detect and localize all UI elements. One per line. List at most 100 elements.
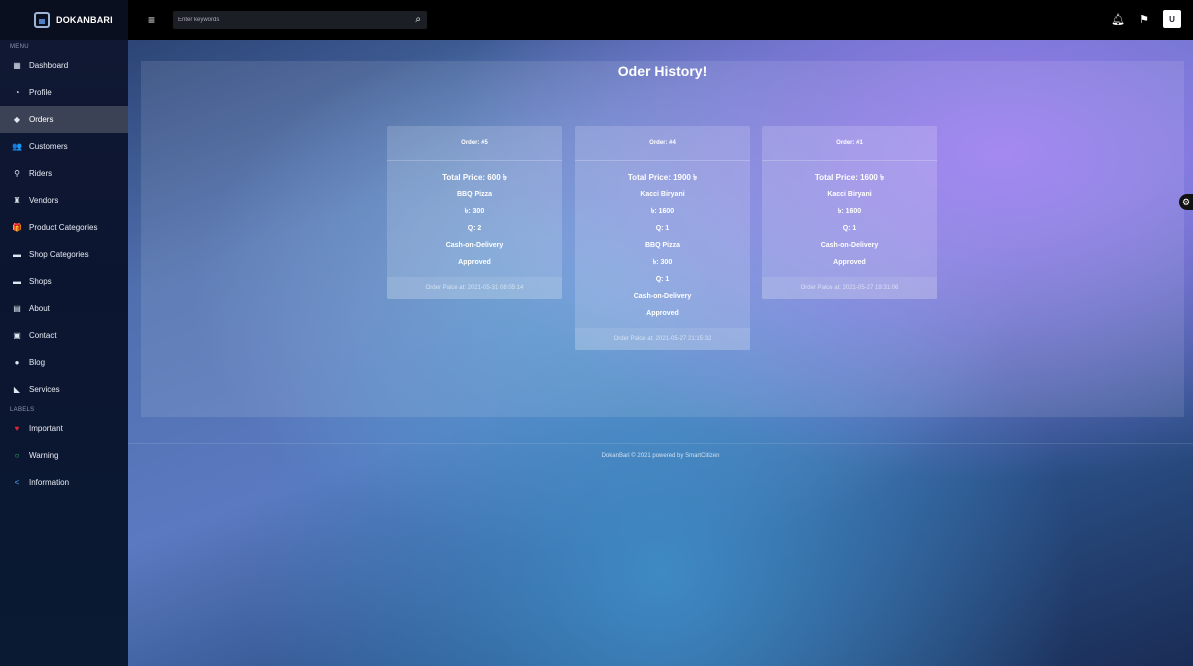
sidebar-item-label: Contact: [29, 331, 57, 340]
services-icon: ◣: [13, 385, 21, 394]
heart-icon: ♥: [14, 424, 20, 433]
order-number: Order: #1: [762, 126, 937, 161]
order-number: Order: #4: [575, 126, 750, 161]
payment-method: Cash-on-Delivery: [633, 293, 692, 300]
item-quantity: Q: 2: [467, 225, 482, 232]
sidebar-item-blog[interactable]: ● Blog: [0, 349, 128, 376]
sidebar-label-text: Important: [29, 424, 63, 433]
status-badge: Approved: [833, 259, 866, 266]
share-icon: <: [14, 478, 20, 487]
sidebar-item-label: Blog: [29, 358, 46, 367]
dolly-icon: ♜: [13, 196, 21, 205]
sidebar-item-label: Shop Categories: [29, 250, 89, 259]
id-card-icon: ▤: [13, 304, 21, 313]
sidebar: MENU ▦ Dashboard ◔ Profile ◆ Orders 👥 Customers…: [0, 40, 128, 666]
sidebar-item-vendors[interactable]: ♜ Vendors: [0, 187, 128, 214]
hamburger-menu-icon[interactable]: ≡: [148, 13, 160, 27]
sidebar-item-label: Shops: [29, 277, 52, 286]
users-icon: 👥: [12, 142, 22, 151]
sidebar-label-text: Information: [29, 478, 70, 487]
sidebar-item-label: Services: [29, 385, 60, 394]
circle-icon: ○: [14, 451, 20, 460]
item-quantity: Q: 1: [655, 225, 670, 232]
order-body: Total Price: 1900 ৳ Kacci Biryani ৳: 1600 Q…: [575, 161, 750, 328]
item-price: ৳: 1600: [650, 208, 675, 215]
main-content: Oder History! Order: #5 Total Price: 600 …: [128, 40, 1193, 666]
address-book-icon: ▣: [13, 331, 21, 340]
top-bar: DOKANBARI ≡ ⌕ 🔔︎ ⚑ U: [0, 0, 1193, 40]
sidebar-label-text: Warning: [29, 451, 59, 460]
sidebar-item-riders[interactable]: ⚲ Riders: [0, 160, 128, 187]
brand[interactable]: DOKANBARI: [0, 0, 128, 40]
order-placed-time: Order Palce at: 2021-05-31 08:05:14: [387, 277, 562, 299]
page-title: Oder History!: [617, 63, 708, 79]
sidebar-item-contact[interactable]: ▣ Contact: [0, 322, 128, 349]
sidebar-item-label: Vendors: [29, 196, 59, 205]
sidebar-item-product-categories[interactable]: 🎁 Product Categories: [0, 214, 128, 241]
sidebar-item-customers[interactable]: 👥 Customers: [0, 133, 128, 160]
status-badge: Approved: [458, 259, 491, 266]
store-icon: ▬: [13, 277, 21, 286]
order-card: Order: #5 Total Price: 600 ৳ BBQ Pizza ৳: 3…: [387, 126, 562, 299]
order-number: Order: #5: [387, 126, 562, 161]
order-total: Total Price: 600 ৳: [442, 173, 507, 182]
order-total: Total Price: 1900 ৳: [627, 173, 698, 182]
payment-method: Cash-on-Delivery: [820, 242, 879, 249]
item-quantity: Q: 1: [655, 276, 670, 283]
tag-icon: ◆: [13, 115, 21, 124]
payment-method: Cash-on-Delivery: [445, 242, 504, 249]
item-price: ৳: 1600: [837, 208, 862, 215]
item-quantity: Q: 1: [842, 225, 857, 232]
status-badge: Approved: [646, 310, 679, 317]
flag-icon[interactable]: ⚑: [1139, 13, 1149, 26]
menu-section-label: MENU: [10, 44, 29, 50]
brand-name: DOKANBARI: [56, 15, 113, 25]
settings-gear-icon[interactable]: ⚙: [1179, 194, 1193, 210]
sidebar-labels: ♥ Important ○ Warning < Information: [0, 415, 128, 496]
sidebar-label-important[interactable]: ♥ Important: [0, 415, 128, 442]
bell-icon[interactable]: 🔔︎: [1111, 13, 1125, 26]
sidebar-item-label: Dashboard: [29, 61, 69, 70]
sidebar-item-orders[interactable]: ◆ Orders: [0, 106, 128, 133]
order-total: Total Price: 1600 ৳: [814, 173, 885, 182]
sidebar-item-label: Profile: [29, 88, 52, 97]
sidebar-item-about[interactable]: ▤ About: [0, 295, 128, 322]
sidebar-menu: ▦ Dashboard ◔ Profile ◆ Orders 👥 Customers ⚲ Ride…: [0, 52, 128, 403]
store-icon: [34, 12, 50, 28]
order-history-panel: Oder History! Order: #5 Total Price: 600 …: [141, 61, 1184, 417]
labels-section-label: LABELS: [10, 407, 35, 413]
dashboard-icon: ▦: [13, 61, 21, 70]
search-bar: ⌕: [173, 11, 427, 29]
sidebar-item-label: Product Categories: [29, 223, 98, 232]
avatar[interactable]: U: [1163, 10, 1181, 28]
item-name: Kacci Biryani: [640, 191, 685, 198]
sidebar-item-label: Riders: [29, 169, 53, 178]
item-name: BBQ Pizza: [644, 242, 680, 249]
search-input[interactable]: [173, 17, 393, 23]
order-card: Order: #1 Total Price: 1600 ৳ Kacci Biryan…: [762, 126, 937, 299]
sidebar-item-label: Orders: [29, 115, 54, 124]
sidebar-item-services[interactable]: ◣ Services: [0, 376, 128, 403]
order-body: Total Price: 1600 ৳ Kacci Biryani ৳: 1600 Q…: [762, 161, 937, 277]
user-circle-icon: ◔: [14, 88, 20, 97]
sidebar-item-profile[interactable]: ◔ Profile: [0, 79, 128, 106]
sidebar-item-shops[interactable]: ▬ Shops: [0, 268, 128, 295]
footer-divider: [128, 443, 1193, 444]
item-name: Kacci Biryani: [827, 191, 872, 198]
gift-icon: 🎁: [12, 223, 22, 232]
order-card: Order: #4 Total Price: 1900 ৳ Kacci Biryan…: [575, 126, 750, 350]
footer-text: DokanBari © 2021 powered by SmartCitizen: [601, 453, 720, 459]
sidebar-item-shop-categories[interactable]: ▬ Shop Categories: [0, 241, 128, 268]
order-placed-time: Order Palce at: 2021-05-27 19:31:06: [762, 277, 937, 299]
sidebar-label-information[interactable]: < Information: [0, 469, 128, 496]
item-price: ৳: 300: [464, 208, 485, 215]
sidebar-label-warning[interactable]: ○ Warning: [0, 442, 128, 469]
order-body: Total Price: 600 ৳ BBQ Pizza ৳: 300 Q: 2 Cas…: [387, 161, 562, 277]
sidebar-item-dashboard[interactable]: ▦ Dashboard: [0, 52, 128, 79]
bicycle-icon: ⚲: [14, 169, 20, 178]
search-icon[interactable]: ⌕: [415, 14, 421, 25]
sidebar-item-label: Customers: [29, 142, 68, 151]
order-placed-time: Order Palce at: 2021-05-27 21:15:32: [575, 328, 750, 350]
item-price: ৳: 300: [652, 259, 673, 266]
top-right-actions: 🔔︎ ⚑ U: [1111, 10, 1181, 28]
